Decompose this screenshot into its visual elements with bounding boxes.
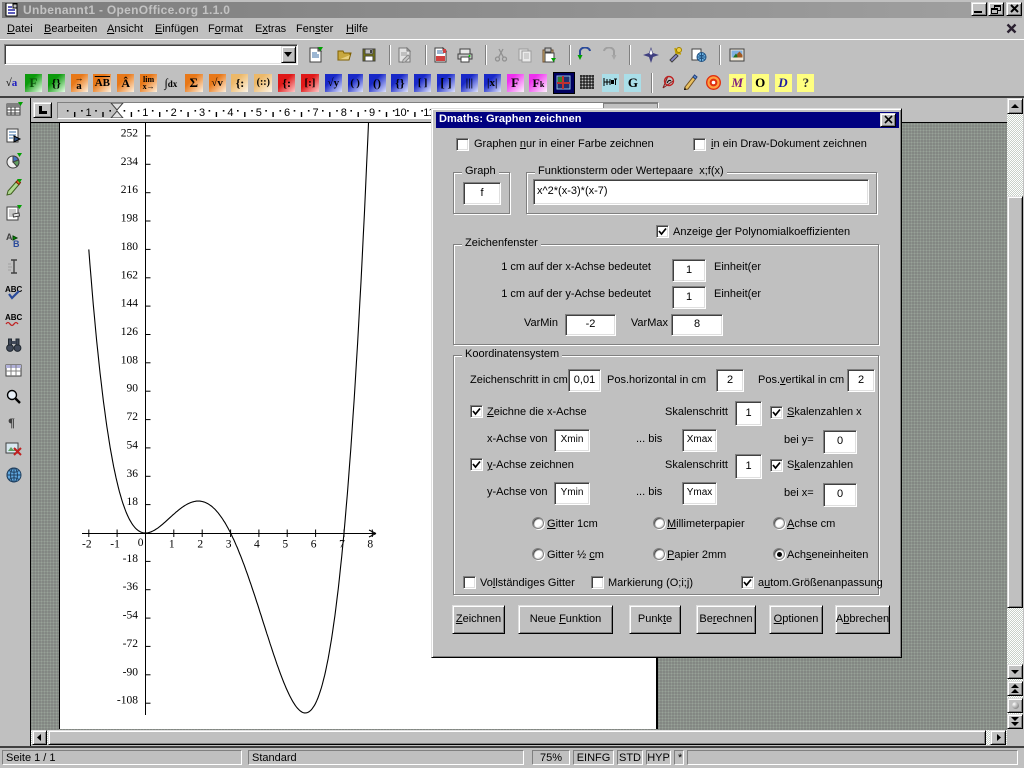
svg-text:4: 4 bbox=[227, 107, 233, 118]
svg-text:72: 72 bbox=[127, 411, 139, 423]
svg-text:¶: ¶ bbox=[8, 415, 15, 430]
svg-text:36: 36 bbox=[127, 468, 139, 480]
svg-text:-1: -1 bbox=[110, 539, 120, 551]
svg-text:8: 8 bbox=[367, 539, 373, 551]
svg-text:108: 108 bbox=[121, 354, 139, 366]
svg-text:252: 252 bbox=[121, 127, 139, 139]
svg-text:-90: -90 bbox=[123, 666, 139, 678]
svg-text:6: 6 bbox=[311, 539, 317, 551]
svg-text:8: 8 bbox=[341, 107, 347, 118]
svg-text:144: 144 bbox=[121, 298, 139, 310]
svg-text:-108: -108 bbox=[117, 695, 138, 707]
svg-text:-18: -18 bbox=[123, 553, 139, 565]
svg-text:162: 162 bbox=[121, 269, 139, 281]
svg-text:-72: -72 bbox=[123, 638, 139, 650]
svg-text:-54: -54 bbox=[123, 610, 139, 622]
svg-text:7: 7 bbox=[339, 539, 345, 551]
svg-text:6: 6 bbox=[284, 107, 290, 118]
svg-text:-2: -2 bbox=[82, 539, 92, 551]
svg-text:B: B bbox=[13, 239, 20, 249]
svg-text:18: 18 bbox=[127, 496, 139, 508]
svg-text:10: 10 bbox=[394, 107, 406, 118]
svg-text:2: 2 bbox=[197, 539, 203, 551]
svg-text:-36: -36 bbox=[123, 581, 139, 593]
svg-text:198: 198 bbox=[121, 213, 139, 225]
svg-text:7: 7 bbox=[312, 107, 318, 118]
svg-text:4: 4 bbox=[254, 539, 260, 551]
svg-text:ABC: ABC bbox=[5, 285, 23, 294]
svg-text:A: A bbox=[6, 232, 13, 242]
svg-text:180: 180 bbox=[121, 241, 139, 253]
svg-text:1: 1 bbox=[86, 107, 92, 118]
svg-text:1: 1 bbox=[142, 107, 148, 118]
svg-text:126: 126 bbox=[121, 326, 139, 338]
svg-text:0: 0 bbox=[138, 537, 144, 549]
svg-text:90: 90 bbox=[127, 383, 139, 395]
svg-text:9: 9 bbox=[369, 107, 375, 118]
svg-text:2: 2 bbox=[171, 107, 177, 118]
svg-text:234: 234 bbox=[121, 156, 139, 168]
svg-text:5: 5 bbox=[256, 107, 262, 118]
svg-text:ABC: ABC bbox=[5, 313, 23, 322]
svg-text:3: 3 bbox=[226, 539, 232, 551]
svg-text:5: 5 bbox=[282, 539, 288, 551]
svg-text:216: 216 bbox=[121, 184, 139, 196]
svg-text:54: 54 bbox=[127, 439, 139, 451]
svg-text:3: 3 bbox=[199, 107, 205, 118]
svg-text:1: 1 bbox=[169, 539, 175, 551]
